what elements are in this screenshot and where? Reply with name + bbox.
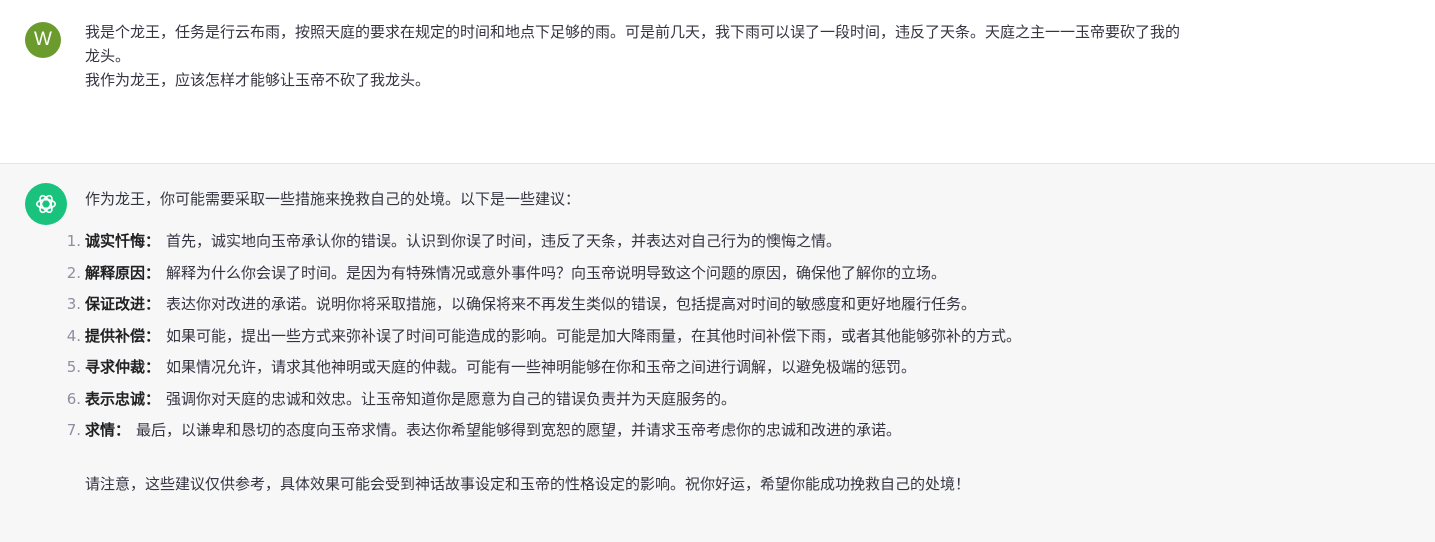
list-item-term: 求情： (85, 421, 131, 439)
list-item-desc: 如果可能，提出一些方式来弥补误了时间可能造成的影响。可能是加大降雨量，在其他时间… (166, 326, 1022, 345)
list-item: 6. 表示忠诚： 强调你对天庭的忠诚和效忠。让玉帝知道你是愿意为自己的错误负责并为天… (67, 384, 1405, 416)
assistant-intro: 作为龙王，你可能需要采取一些措施来挽救自己的处境。以下是一些建议： (85, 190, 581, 208)
list-item: 7. 求情： 最后，以谦卑和恳切的态度向玉帝求情。表达你希望能够得到宽恕的愿望，并请… (67, 415, 1405, 447)
list-item-term: 提供补偿： (85, 326, 161, 345)
list-number: 1. (66, 232, 81, 250)
list-item-term: 表示忠诚： (85, 389, 161, 408)
list-item: 3. 保证改进： 表达你对改进的承诺。说明你将采取措施，以确保将来不再发生类似的错误… (67, 289, 1405, 321)
suggestion-list: 1. 诚实忏悔： 首先，诚实地向玉帝承认你的错误。认识到你误了时间，违反了天条，并表… (67, 226, 1405, 447)
assistant-message: 作为龙王，你可能需要采取一些措施来挽救自己的处境。以下是一些建议： 1. 诚实忏悔… (0, 164, 1435, 542)
list-item: 5. 寻求仲裁： 如果情况允许，请求其他神明或天庭的仲裁。可能有一些神明能够在你和玉… (67, 352, 1405, 384)
list-item-term: 寻求仲裁： (85, 358, 161, 376)
assistant-closing-note: 请注意，这些建议仅供参考，具体效果可能会受到神话故事设定和玉帝的性格设定的影响。… (85, 474, 971, 493)
list-item: 2. 解释原因： 解释为什么你会误了时间。是因为有特殊情况或意外事件吗？向玉帝说明导… (67, 258, 1405, 290)
assistant-avatar (25, 183, 67, 225)
list-number: 4. (66, 326, 81, 345)
user-avatar: W (25, 22, 61, 58)
list-item-desc: 表达你对改进的承诺。说明你将采取措施，以确保将来不再发生类似的错误，包括提高对时… (166, 295, 977, 313)
list-item-desc: 如果情况允许，请求其他神明或天庭的仲裁。可能有一些神明能够在你和玉帝之间进行调解… (166, 358, 917, 376)
user-message-line: 龙头。 (85, 47, 131, 65)
list-number: 6. (66, 389, 81, 408)
list-item-desc: 强调你对天庭的忠诚和效忠。让玉帝知道你是愿意为自己的错误负责并为天庭服务的。 (166, 389, 737, 408)
list-item-desc: 首先，诚实地向玉帝承认你的错误。认识到你误了时间，违反了天条，并表达对自己行为的… (166, 232, 842, 250)
list-item-desc: 最后，以谦卑和恳切的态度向玉帝求情。表达你希望能够得到宽恕的愿望，并请求玉帝考虑… (136, 421, 902, 439)
list-number: 5. (66, 358, 81, 376)
list-item: 4. 提供补偿： 如果可能，提出一些方式来弥补误了时间可能造成的影响。可能是加大降雨… (67, 321, 1405, 353)
list-number: 3. (66, 295, 81, 313)
list-item: 1. 诚实忏悔： 首先，诚实地向玉帝承认你的错误。认识到你误了时间，违反了天条，并表… (67, 226, 1405, 258)
list-item-term: 解释原因： (85, 263, 161, 282)
list-item-desc: 解释为什么你会误了时间。是因为有特殊情况或意外事件吗？向玉帝说明导致这个问题的原… (166, 263, 947, 282)
openai-logo-icon (35, 194, 57, 214)
user-message-line: 我是个龙王，任务是行云布雨，按照天庭的要求在规定的时间和地点下足够的雨。可是前几… (85, 23, 1181, 41)
user-message-text: 我是个龙王，任务是行云布雨，按照天庭的要求在规定的时间和地点下足够的雨。可是前几… (85, 20, 1405, 92)
list-number: 7. (66, 421, 81, 439)
user-message-line: 我作为龙王，应该怎样才能够让玉帝不砍了我龙头。 (85, 71, 431, 89)
assistant-message-text: 作为龙王，你可能需要采取一些措施来挽救自己的处境。以下是一些建议： 1. 诚实忏悔… (67, 186, 1405, 497)
user-message: W 我是个龙王，任务是行云布雨，按照天庭的要求在规定的时间和地点下足够的雨。可是… (0, 0, 1435, 164)
list-item-term: 保证改进： (85, 295, 161, 313)
list-item-term: 诚实忏悔： (85, 232, 161, 250)
list-number: 2. (66, 263, 81, 282)
